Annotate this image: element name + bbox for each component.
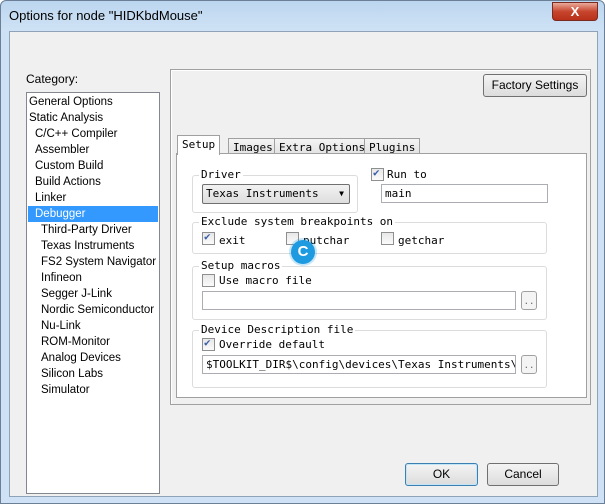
category-item[interactable]: Third-Party Driver: [28, 222, 158, 238]
ok-button[interactable]: OK: [405, 463, 478, 486]
category-item[interactable]: Assembler: [28, 142, 158, 158]
category-item[interactable]: General Options: [28, 94, 158, 110]
window-title: Options for node "HIDKbdMouse": [9, 8, 203, 23]
category-item[interactable]: Custom Build: [28, 158, 158, 174]
getchar-label: getchar: [398, 234, 445, 247]
ddf-browse-button[interactable]: ..: [521, 355, 537, 374]
exit-label: exit: [219, 234, 246, 247]
category-item[interactable]: Nordic Semiconductor: [28, 302, 158, 318]
dialog-body: Category: General Options Static Analysis…: [9, 31, 598, 497]
setup-tab-content: Driver Texas Instruments ▼ Run to main Ex…: [176, 153, 587, 398]
category-item[interactable]: Build Actions: [28, 174, 158, 190]
override-default-label: Override default: [219, 338, 325, 351]
category-item[interactable]: Segger J-Link: [28, 286, 158, 302]
use-macro-label: Use macro file: [219, 274, 312, 287]
driver-group: Driver Texas Instruments ▼: [192, 168, 358, 213]
category-item[interactable]: ROM-Monitor: [28, 334, 158, 350]
driver-select[interactable]: Texas Instruments ▼: [202, 184, 350, 204]
category-item[interactable]: Static Analysis: [28, 110, 158, 126]
category-label: Category:: [26, 72, 79, 86]
category-item[interactable]: Nu-Link: [28, 318, 158, 334]
exit-checkbox[interactable]: [202, 230, 215, 245]
cancel-button[interactable]: Cancel: [487, 463, 559, 486]
category-item[interactable]: FS2 System Navigator: [28, 254, 158, 270]
run-to-input[interactable]: main: [381, 184, 548, 203]
chevron-down-icon: ▼: [339, 189, 344, 198]
override-default-checkbox[interactable]: [202, 336, 215, 351]
use-macro-checkbox[interactable]: [202, 274, 215, 287]
run-to-label: Run to: [387, 168, 427, 181]
ddf-label: Device Description file: [199, 323, 356, 336]
macro-browse-button[interactable]: ..: [521, 291, 537, 310]
category-item[interactable]: Linker: [28, 190, 158, 206]
category-item[interactable]: Infineon: [28, 270, 158, 286]
category-item[interactable]: Texas Instruments: [28, 238, 158, 254]
cursor-icon: C: [291, 240, 315, 264]
close-button[interactable]: X: [552, 2, 598, 21]
category-item[interactable]: Silicon Labs: [28, 366, 158, 382]
getchar-checkbox[interactable]: [381, 232, 394, 245]
category-item[interactable]: Debugger: [28, 206, 158, 222]
driver-value: Texas Instruments: [206, 187, 319, 200]
run-to-checkbox[interactable]: [371, 166, 384, 181]
macros-label: Setup macros: [199, 259, 283, 272]
exclude-label: Exclude system breakpoints on: [199, 215, 396, 228]
factory-settings-button[interactable]: Factory Settings: [483, 74, 587, 97]
category-item[interactable]: Simulator: [28, 382, 158, 398]
category-list[interactable]: General Options Static Analysis C/C++ Comp…: [26, 92, 160, 494]
ddf-path-input[interactable]: $TOOLKIT_DIR$\config\devices\Texas Instr…: [202, 355, 516, 374]
tab-setup[interactable]: Setup: [177, 135, 221, 155]
macro-file-input[interactable]: [202, 291, 516, 310]
driver-label: Driver: [199, 168, 243, 181]
category-item[interactable]: Analog Devices: [28, 350, 158, 366]
category-item[interactable]: C/C++ Compiler: [28, 126, 158, 142]
